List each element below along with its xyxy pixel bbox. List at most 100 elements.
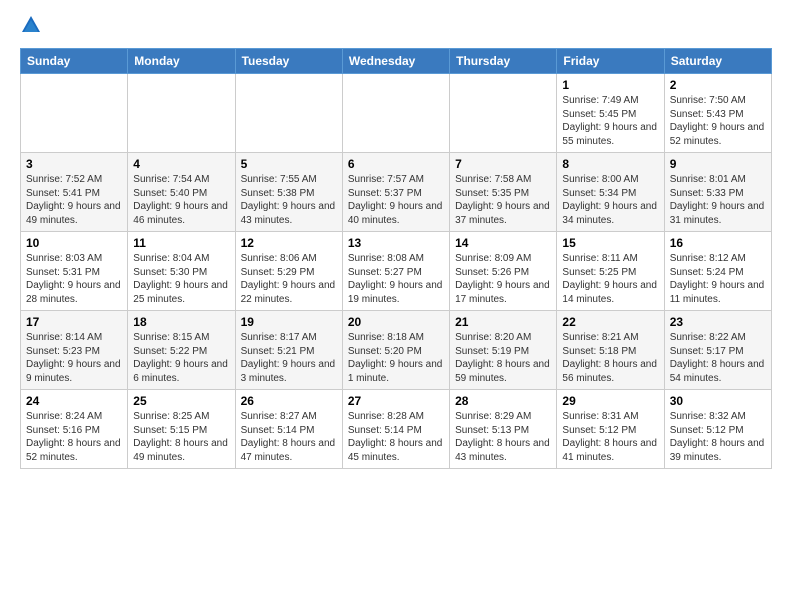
calendar-table: SundayMondayTuesdayWednesdayThursdayFrid… <box>20 48 772 469</box>
weekday-header-thursday: Thursday <box>450 49 557 74</box>
calendar-cell: 30 Sunrise: 8:32 AM Sunset: 5:12 PM Dayli… <box>664 390 771 469</box>
calendar-cell: 17 Sunrise: 8:14 AM Sunset: 5:23 PM Dayli… <box>21 311 128 390</box>
calendar-cell: 22 Sunrise: 8:21 AM Sunset: 5:18 PM Dayli… <box>557 311 664 390</box>
day-number: 17 <box>26 315 122 329</box>
calendar-cell: 2 Sunrise: 7:50 AM Sunset: 5:43 PM Daylig… <box>664 74 771 153</box>
calendar-cell: 15 Sunrise: 8:11 AM Sunset: 5:25 PM Dayli… <box>557 232 664 311</box>
day-info: Sunrise: 8:18 AM Sunset: 5:20 PM Dayligh… <box>348 331 444 385</box>
weekday-header-friday: Friday <box>557 49 664 74</box>
calendar-cell: 4 Sunrise: 7:54 AM Sunset: 5:40 PM Daylig… <box>128 153 235 232</box>
day-number: 11 <box>133 236 229 250</box>
calendar-cell: 19 Sunrise: 8:17 AM Sunset: 5:21 PM Dayli… <box>235 311 342 390</box>
calendar-cell: 18 Sunrise: 8:15 AM Sunset: 5:22 PM Dayli… <box>128 311 235 390</box>
calendar-cell: 16Sunrise: 8:12 AM Sunset: 5:24 PM Dayli… <box>664 232 771 311</box>
day-number: 27 <box>348 394 444 408</box>
day-number: 13 <box>348 236 444 250</box>
calendar-cell <box>235 74 342 153</box>
day-info: Sunrise: 8:03 AM Sunset: 5:31 PM Dayligh… <box>26 252 122 306</box>
calendar-cell: 8Sunrise: 8:00 AM Sunset: 5:34 PM Daylig… <box>557 153 664 232</box>
calendar-cell <box>450 74 557 153</box>
logo <box>20 16 46 38</box>
calendar-cell: 29 Sunrise: 8:31 AM Sunset: 5:12 PM Dayli… <box>557 390 664 469</box>
day-info: Sunrise: 8:00 AM Sunset: 5:34 PM Dayligh… <box>562 173 658 227</box>
page: SundayMondayTuesdayWednesdayThursdayFrid… <box>0 0 792 479</box>
calendar-cell: 27 Sunrise: 8:28 AM Sunset: 5:14 PM Dayli… <box>342 390 449 469</box>
day-number: 24 <box>26 394 122 408</box>
calendar-cell: 9 Sunrise: 8:01 AM Sunset: 5:33 PM Daylig… <box>664 153 771 232</box>
calendar-cell: 12 Sunrise: 8:06 AM Sunset: 5:29 PM Dayli… <box>235 232 342 311</box>
calendar-cell: 3Sunrise: 7:52 AM Sunset: 5:41 PM Daylig… <box>21 153 128 232</box>
header <box>20 16 772 38</box>
day-number: 25 <box>133 394 229 408</box>
weekday-header-monday: Monday <box>128 49 235 74</box>
day-number: 2 <box>670 78 766 92</box>
calendar-cell: 7 Sunrise: 7:58 AM Sunset: 5:35 PM Daylig… <box>450 153 557 232</box>
calendar-cell: 6 Sunrise: 7:57 AM Sunset: 5:37 PM Daylig… <box>342 153 449 232</box>
day-number: 1 <box>562 78 658 92</box>
day-info: Sunrise: 7:55 AM Sunset: 5:38 PM Dayligh… <box>241 173 337 227</box>
day-number: 15 <box>562 236 658 250</box>
week-row-5: 24 Sunrise: 8:24 AM Sunset: 5:16 PM Dayli… <box>21 390 772 469</box>
calendar-cell: 21Sunrise: 8:20 AM Sunset: 5:19 PM Dayli… <box>450 311 557 390</box>
day-info: Sunrise: 8:32 AM Sunset: 5:12 PM Dayligh… <box>670 410 766 464</box>
day-info: Sunrise: 8:24 AM Sunset: 5:16 PM Dayligh… <box>26 410 122 464</box>
day-info: Sunrise: 7:57 AM Sunset: 5:37 PM Dayligh… <box>348 173 444 227</box>
day-info: Sunrise: 8:20 AM Sunset: 5:19 PM Dayligh… <box>455 331 551 385</box>
calendar-cell: 26Sunrise: 8:27 AM Sunset: 5:14 PM Dayli… <box>235 390 342 469</box>
day-number: 10 <box>26 236 122 250</box>
day-number: 30 <box>670 394 766 408</box>
week-row-3: 10 Sunrise: 8:03 AM Sunset: 5:31 PM Dayli… <box>21 232 772 311</box>
calendar-cell: 13Sunrise: 8:08 AM Sunset: 5:27 PM Dayli… <box>342 232 449 311</box>
day-info: Sunrise: 7:54 AM Sunset: 5:40 PM Dayligh… <box>133 173 229 227</box>
day-info: Sunrise: 8:11 AM Sunset: 5:25 PM Dayligh… <box>562 252 658 306</box>
day-info: Sunrise: 8:31 AM Sunset: 5:12 PM Dayligh… <box>562 410 658 464</box>
day-info: Sunrise: 8:06 AM Sunset: 5:29 PM Dayligh… <box>241 252 337 306</box>
day-info: Sunrise: 8:17 AM Sunset: 5:21 PM Dayligh… <box>241 331 337 385</box>
weekday-header-wednesday: Wednesday <box>342 49 449 74</box>
logo-icon <box>20 14 42 36</box>
day-info: Sunrise: 8:28 AM Sunset: 5:14 PM Dayligh… <box>348 410 444 464</box>
day-number: 5 <box>241 157 337 171</box>
day-info: Sunrise: 8:15 AM Sunset: 5:22 PM Dayligh… <box>133 331 229 385</box>
day-number: 23 <box>670 315 766 329</box>
day-info: Sunrise: 7:50 AM Sunset: 5:43 PM Dayligh… <box>670 94 766 148</box>
calendar-cell: 25Sunrise: 8:25 AM Sunset: 5:15 PM Dayli… <box>128 390 235 469</box>
weekday-header-saturday: Saturday <box>664 49 771 74</box>
calendar-cell: 11Sunrise: 8:04 AM Sunset: 5:30 PM Dayli… <box>128 232 235 311</box>
calendar-cell: 14 Sunrise: 8:09 AM Sunset: 5:26 PM Dayli… <box>450 232 557 311</box>
calendar-cell: 23 Sunrise: 8:22 AM Sunset: 5:17 PM Dayli… <box>664 311 771 390</box>
calendar-cell: 24 Sunrise: 8:24 AM Sunset: 5:16 PM Dayli… <box>21 390 128 469</box>
day-number: 16 <box>670 236 766 250</box>
day-number: 12 <box>241 236 337 250</box>
weekday-header-tuesday: Tuesday <box>235 49 342 74</box>
weekday-header-row: SundayMondayTuesdayWednesdayThursdayFrid… <box>21 49 772 74</box>
calendar-cell <box>342 74 449 153</box>
day-info: Sunrise: 8:29 AM Sunset: 5:13 PM Dayligh… <box>455 410 551 464</box>
day-number: 4 <box>133 157 229 171</box>
week-row-4: 17 Sunrise: 8:14 AM Sunset: 5:23 PM Dayli… <box>21 311 772 390</box>
calendar-cell <box>128 74 235 153</box>
day-number: 9 <box>670 157 766 171</box>
day-info: Sunrise: 8:01 AM Sunset: 5:33 PM Dayligh… <box>670 173 766 227</box>
calendar-cell: 28 Sunrise: 8:29 AM Sunset: 5:13 PM Dayli… <box>450 390 557 469</box>
day-info: Sunrise: 8:14 AM Sunset: 5:23 PM Dayligh… <box>26 331 122 385</box>
weekday-header-sunday: Sunday <box>21 49 128 74</box>
day-info: Sunrise: 7:52 AM Sunset: 5:41 PM Dayligh… <box>26 173 122 227</box>
calendar-cell: 20Sunrise: 8:18 AM Sunset: 5:20 PM Dayli… <box>342 311 449 390</box>
day-info: Sunrise: 8:21 AM Sunset: 5:18 PM Dayligh… <box>562 331 658 385</box>
day-info: Sunrise: 7:58 AM Sunset: 5:35 PM Dayligh… <box>455 173 551 227</box>
day-info: Sunrise: 8:09 AM Sunset: 5:26 PM Dayligh… <box>455 252 551 306</box>
week-row-2: 3Sunrise: 7:52 AM Sunset: 5:41 PM Daylig… <box>21 153 772 232</box>
day-number: 28 <box>455 394 551 408</box>
day-info: Sunrise: 7:49 AM Sunset: 5:45 PM Dayligh… <box>562 94 658 148</box>
day-number: 18 <box>133 315 229 329</box>
day-number: 19 <box>241 315 337 329</box>
day-number: 29 <box>562 394 658 408</box>
day-number: 7 <box>455 157 551 171</box>
day-info: Sunrise: 8:27 AM Sunset: 5:14 PM Dayligh… <box>241 410 337 464</box>
day-number: 22 <box>562 315 658 329</box>
day-number: 14 <box>455 236 551 250</box>
day-number: 6 <box>348 157 444 171</box>
day-info: Sunrise: 8:22 AM Sunset: 5:17 PM Dayligh… <box>670 331 766 385</box>
calendar-cell: 1 Sunrise: 7:49 AM Sunset: 5:45 PM Daylig… <box>557 74 664 153</box>
